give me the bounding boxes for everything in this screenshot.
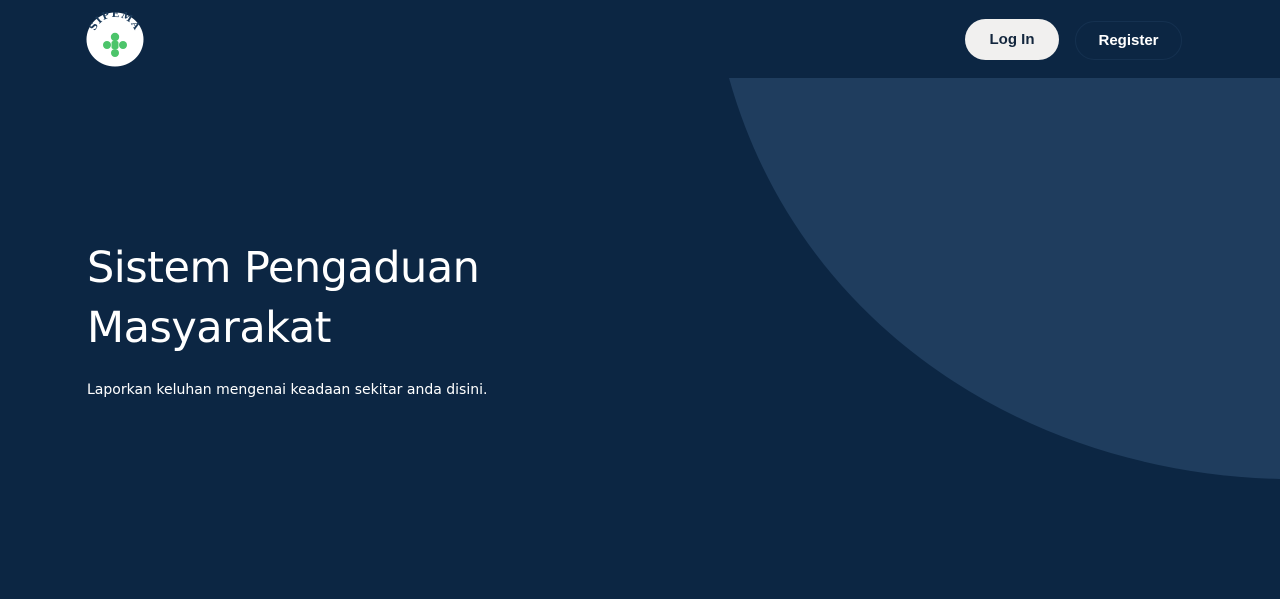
- navbar: SIPEMA Log In Register: [0, 0, 1280, 78]
- background-decorative-shape: [729, 78, 1280, 479]
- sipema-logo-icon[interactable]: SIPEMA: [86, 12, 144, 67]
- hero-title-line-2: Masyarakat: [87, 303, 332, 353]
- login-button[interactable]: Log In: [965, 19, 1059, 60]
- hero-title: Sistem Pengaduan Masyarakat: [87, 238, 547, 358]
- register-button[interactable]: Register: [1075, 21, 1182, 60]
- hero-title-line-1: Sistem Pengaduan: [87, 243, 480, 293]
- hero-subtitle: Laporkan keluhan mengenai keadaan sekita…: [87, 382, 488, 398]
